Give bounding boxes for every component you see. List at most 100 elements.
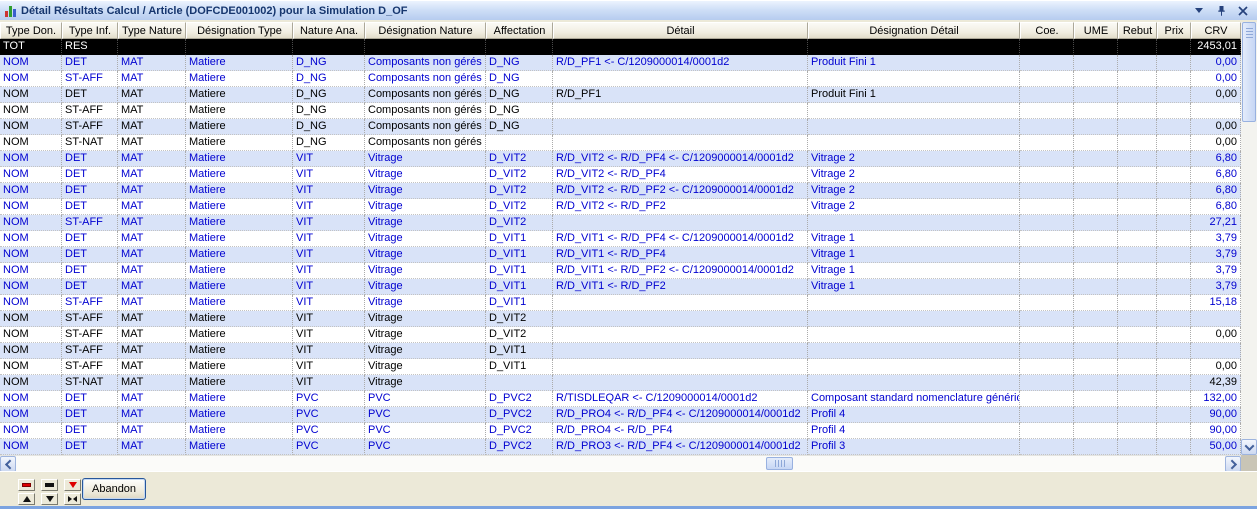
table-row[interactable]: NOMDETMATMatiereVITVitrageD_VIT1R/D_VIT1… (0, 279, 1241, 295)
cell-affectation: D_PVC2 (486, 423, 553, 439)
table-row[interactable]: NOMDETMATMatiereVITVitrageD_VIT2R/D_VIT2… (0, 183, 1241, 199)
cell-crv: 0,00 (1191, 55, 1241, 71)
window-titlebar[interactable]: Détail Résultats Calcul / Article (DOFCD… (0, 0, 1257, 20)
cell-prix (1157, 327, 1191, 343)
column-header-detail[interactable]: Détail (553, 22, 808, 39)
vertical-scrollbar-thumb[interactable] (1242, 22, 1256, 122)
table-row[interactable]: NOMST-AFFMATMatiereD_NGComposants non gé… (0, 103, 1241, 119)
cell-type_nature: MAT (118, 119, 186, 135)
cell-detail: R/D_VIT2 <- R/D_PF2 <- C/1209000014/0001… (553, 183, 808, 199)
cell-nature_ana: PVC (293, 391, 365, 407)
cell-type_inf: ST-NAT (62, 375, 118, 391)
column-header-type_don[interactable]: Type Don. (0, 22, 62, 39)
table-row[interactable]: NOMDETMATMatierePVCPVCD_PVC2R/D_PRO4 <- … (0, 423, 1241, 439)
black-bar-icon (45, 483, 54, 487)
cell-ume (1074, 391, 1118, 407)
horizontal-scrollbar[interactable] (0, 455, 1241, 471)
cell-nature_ana: D_NG (293, 55, 365, 71)
collapse-button[interactable] (64, 493, 81, 505)
cell-prix (1157, 215, 1191, 231)
table-row[interactable]: NOMST-AFFMATMatiereVITVitrageD_VIT20,00 (0, 327, 1241, 343)
horizontal-scrollbar-thumb[interactable] (766, 457, 793, 470)
cell-nature_ana: D_NG (293, 103, 365, 119)
column-header-designation_nature[interactable]: Désignation Nature (365, 22, 486, 39)
cell-type_nature: MAT (118, 199, 186, 215)
cell-prix (1157, 391, 1191, 407)
column-header-prix[interactable]: Prix (1157, 22, 1191, 39)
cell-rebut (1118, 87, 1157, 103)
column-header-ume[interactable]: UME (1074, 22, 1118, 39)
cell-nature_ana: PVC (293, 439, 365, 455)
table-row[interactable]: NOMST-AFFMATMatiereD_NGComposants non gé… (0, 119, 1241, 135)
table-row[interactable]: NOMDETMATMatierePVCPVCD_PVC2R/D_PRO3 <- … (0, 439, 1241, 455)
table-row[interactable]: NOMST-AFFMATMatiereD_NGComposants non gé… (0, 71, 1241, 87)
column-header-crv[interactable]: CRV (1191, 22, 1241, 39)
cell-type_don: NOM (0, 215, 62, 231)
cell-crv: 6,80 (1191, 167, 1241, 183)
column-header-type_nature[interactable]: Type Nature (118, 22, 186, 39)
table-row[interactable]: TOTRES2453,01 (0, 39, 1241, 55)
column-header-type_inf[interactable]: Type Inf. (62, 22, 118, 39)
scroll-down-button[interactable] (1241, 439, 1257, 455)
table-row[interactable]: NOMST-AFFMATMatiereVITVitrageD_VIT2 (0, 311, 1241, 327)
table-row[interactable]: NOMST-NATMATMatiereD_NGComposants non gé… (0, 135, 1241, 151)
column-header-rebut[interactable]: Rebut (1118, 22, 1157, 39)
cell-coe (1020, 199, 1074, 215)
table-row[interactable]: NOMST-AFFMATMatiereVITVitrageD_VIT1 (0, 343, 1241, 359)
table-row[interactable]: NOMDETMATMatiereD_NGComposants non gérés… (0, 55, 1241, 71)
cell-detail (553, 135, 808, 151)
table-row[interactable]: NOMST-AFFMATMatiereVITVitrageD_VIT10,00 (0, 359, 1241, 375)
cell-detail: R/D_PRO3 <- R/D_PF4 <- C/1209000014/0001… (553, 439, 808, 455)
red-down-triangle-button[interactable] (64, 479, 81, 491)
table-row[interactable]: NOMDETMATMatierePVCPVCD_PVC2R/D_PRO4 <- … (0, 407, 1241, 423)
abandon-button[interactable]: Abandon (82, 478, 146, 500)
cell-type_don: NOM (0, 279, 62, 295)
column-header-affectation[interactable]: Affectation (486, 22, 553, 39)
up-triangle-icon (23, 496, 31, 502)
cell-detail (553, 327, 808, 343)
table-row[interactable]: NOMST-NATMATMatiereVITVitrage42,39 (0, 375, 1241, 391)
table-row[interactable]: NOMDETMATMatiereVITVitrageD_VIT2R/D_VIT2… (0, 167, 1241, 183)
cell-prix (1157, 295, 1191, 311)
down-triangle-button[interactable] (41, 493, 58, 505)
cell-type_don: NOM (0, 343, 62, 359)
up-triangle-button[interactable] (18, 493, 35, 505)
scroll-left-button[interactable] (0, 456, 16, 472)
table-row[interactable]: NOMDETMATMatiereVITVitrageD_VIT2R/D_VIT2… (0, 199, 1241, 215)
cell-designation_detail: Vitrage 2 (808, 151, 1020, 167)
cell-designation_type: Matiere (186, 279, 293, 295)
column-header-designation_detail[interactable]: Désignation Détail (808, 22, 1020, 39)
pin-icon[interactable] (1215, 5, 1227, 17)
close-icon[interactable] (1237, 5, 1249, 17)
table-row[interactable]: NOMDETMATMatiereVITVitrageD_VIT1R/D_VIT1… (0, 247, 1241, 263)
table-row[interactable]: NOMDETMATMatierePVCPVCD_PVC2R/TISDLEQAR … (0, 391, 1241, 407)
table-row[interactable]: NOMST-AFFMATMatiereVITVitrageD_VIT115,18 (0, 295, 1241, 311)
cell-type_don: NOM (0, 135, 62, 151)
scroll-right-button[interactable] (1225, 456, 1241, 472)
column-header-nature_ana[interactable]: Nature Ana. (293, 22, 365, 39)
down-triangle-icon (46, 496, 54, 502)
column-header-coe[interactable]: Coe. (1020, 22, 1074, 39)
table-row[interactable]: NOMDETMATMatiereVITVitrageD_VIT2R/D_VIT2… (0, 151, 1241, 167)
cell-affectation: D_VIT2 (486, 199, 553, 215)
chevron-down-icon (1244, 441, 1254, 451)
cell-detail: R/D_VIT1 <- R/D_PF2 (553, 279, 808, 295)
cell-rebut (1118, 135, 1157, 151)
cell-designation_nature: Vitrage (365, 247, 486, 263)
cell-type_don: NOM (0, 375, 62, 391)
table-row[interactable]: NOMDETMATMatiereD_NGComposants non gérés… (0, 87, 1241, 103)
cell-type_inf: DET (62, 183, 118, 199)
cell-nature_ana: VIT (293, 343, 365, 359)
table-row[interactable]: NOMST-AFFMATMatiereVITVitrageD_VIT227,21 (0, 215, 1241, 231)
black-bar-button[interactable] (41, 479, 58, 491)
vertical-scrollbar[interactable] (1241, 22, 1257, 455)
cell-ume (1074, 119, 1118, 135)
cell-coe (1020, 247, 1074, 263)
red-bar-button[interactable] (18, 479, 35, 491)
column-header-designation_type[interactable]: Désignation Type (186, 22, 293, 39)
table-row[interactable]: NOMDETMATMatiereVITVitrageD_VIT1R/D_VIT1… (0, 231, 1241, 247)
table-row[interactable]: NOMDETMATMatiereVITVitrageD_VIT1R/D_VIT1… (0, 263, 1241, 279)
cell-type_don: NOM (0, 311, 62, 327)
dropdown-arrow-icon[interactable] (1193, 5, 1205, 17)
cell-nature_ana: VIT (293, 151, 365, 167)
